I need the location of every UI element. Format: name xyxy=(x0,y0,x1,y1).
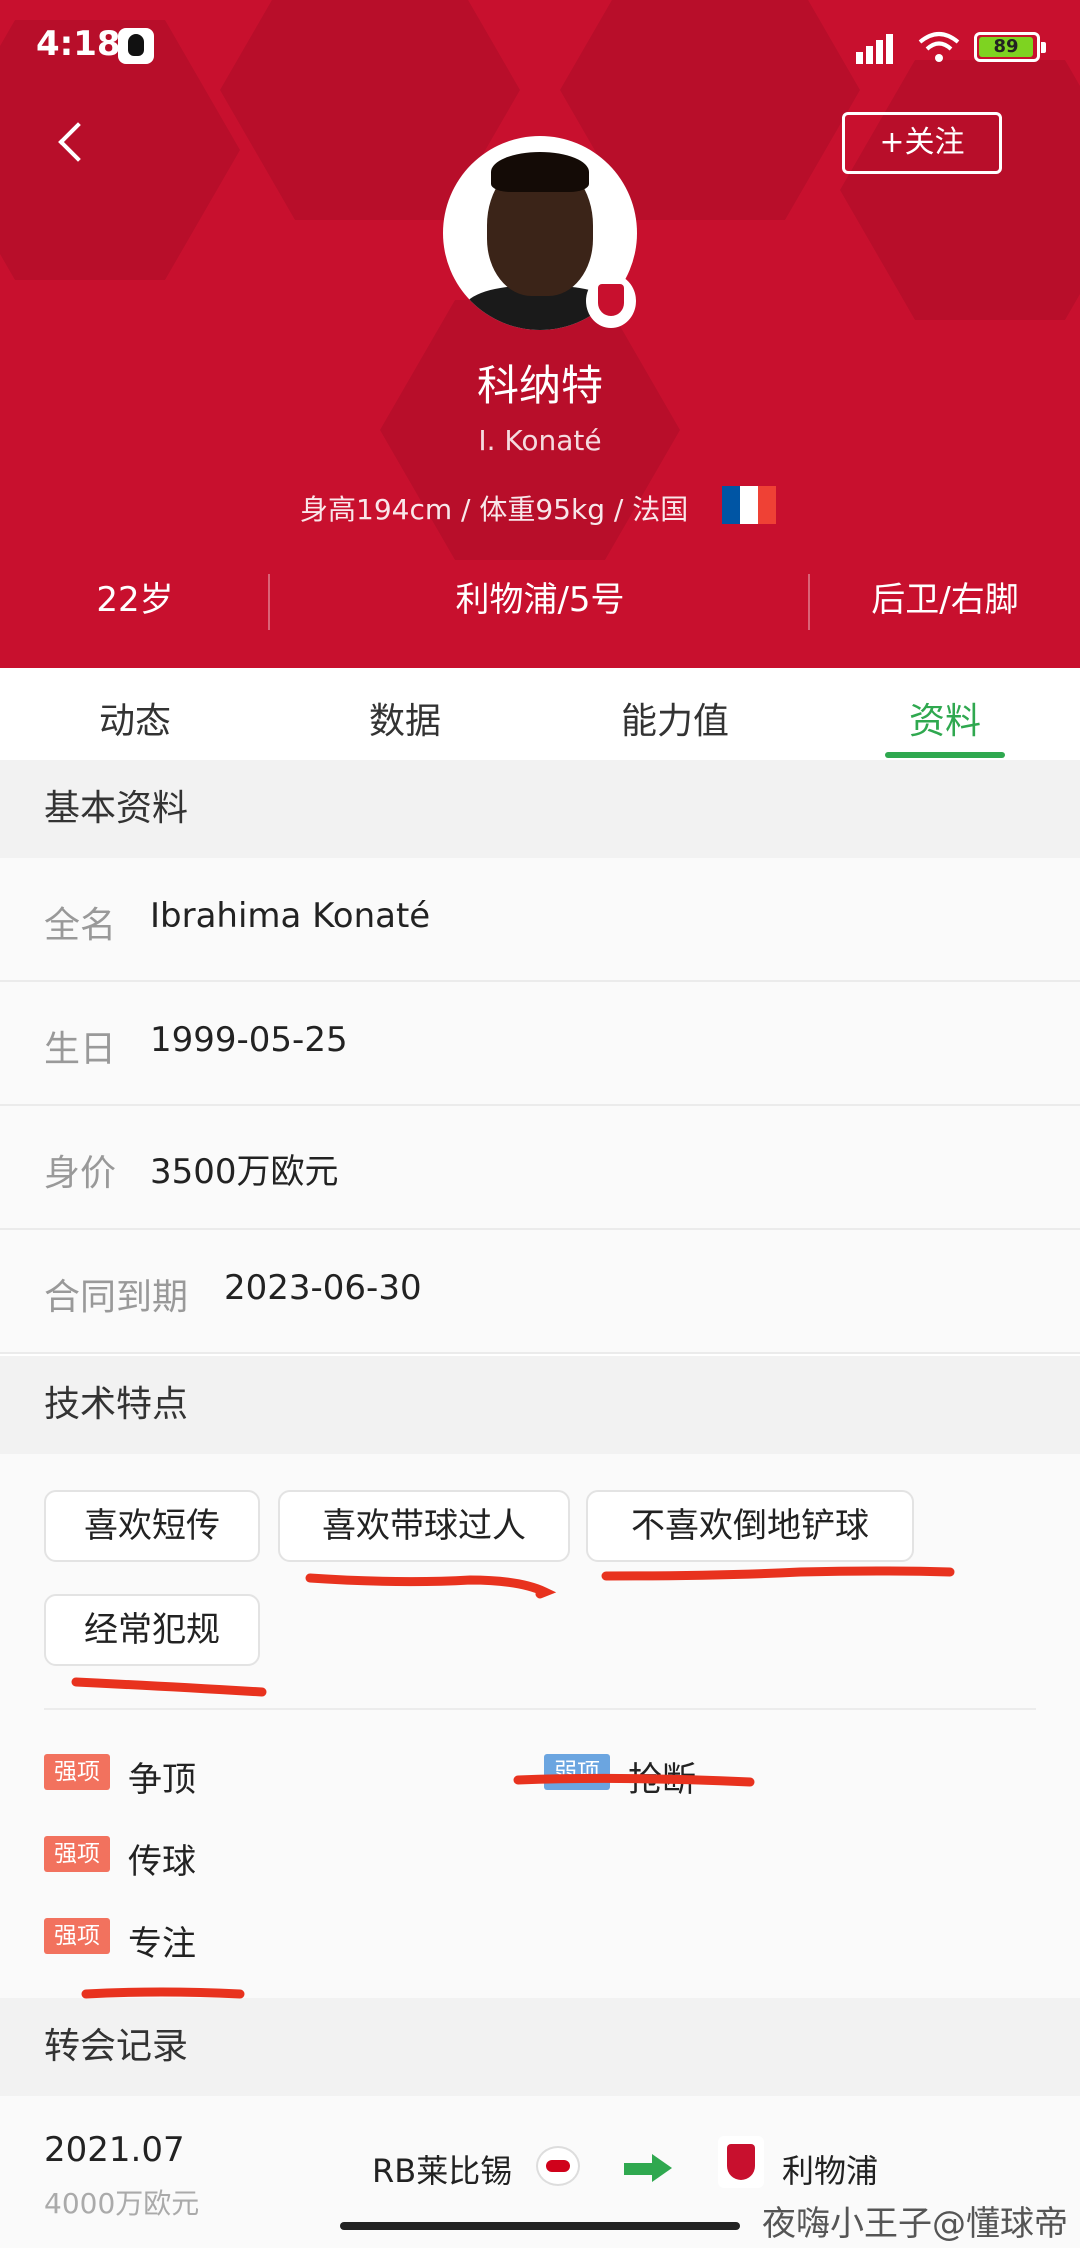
strength-item: 强项 传球 xyxy=(44,1834,444,1882)
tab-ability[interactable]: 能力值 xyxy=(540,692,810,744)
home-indicator xyxy=(340,2222,740,2230)
stat-club-number: 利物浦/5号 xyxy=(455,580,625,620)
bg-hexagon xyxy=(840,60,1080,320)
strength-text: 争顶 xyxy=(128,1760,196,1800)
weakness-item: 弱项 抢断 xyxy=(544,1752,944,1800)
divider xyxy=(44,1708,1036,1710)
info-value: 1999-05-25 xyxy=(150,1020,348,1060)
tab-bar: 动态 数据 能力值 资料 xyxy=(0,668,1080,760)
qq-icon xyxy=(118,28,154,64)
section-basic-info: 基本资料 xyxy=(0,760,1080,858)
liverpool-badge-icon xyxy=(718,2136,764,2188)
transfer-date: 2021.07 xyxy=(44,2130,185,2170)
strength-item: 强项 专注 xyxy=(44,1916,444,1964)
stat-divider xyxy=(268,574,270,630)
stat-position-foot: 后卫/右脚 xyxy=(871,580,1019,620)
info-label: 身价 xyxy=(44,1153,117,1194)
tab-profile[interactable]: 资料 xyxy=(810,692,1080,744)
liverpool-badge-icon xyxy=(586,274,636,328)
weakness-badge: 弱项 xyxy=(544,1754,610,1790)
info-label: 生日 xyxy=(44,1029,117,1070)
strength-text: 传球 xyxy=(128,1842,196,1882)
info-row-birthday: 生日 1999-05-25 xyxy=(0,982,1080,1106)
transfer-to-club: 利物浦 xyxy=(782,2152,879,2190)
tab-news[interactable]: 动态 xyxy=(0,692,270,744)
info-row-fullname: 全名 Ibrahima Konaté xyxy=(0,858,1080,982)
weakness-text: 抢断 xyxy=(628,1760,696,1800)
tech-tags-area: 喜欢短传 喜欢带球过人 不喜欢倒地铲球 经常犯规 强项 争顶 弱项 抢断 强项 … xyxy=(0,1454,1080,1998)
strength-text: 专注 xyxy=(128,1924,196,1964)
stat-divider xyxy=(808,574,810,630)
tab-active-indicator xyxy=(885,752,1005,758)
wifi-icon xyxy=(918,32,960,62)
strength-badge: 强项 xyxy=(44,1918,110,1954)
back-icon[interactable] xyxy=(52,120,92,170)
trait-tag: 喜欢带球过人 xyxy=(278,1490,570,1562)
info-value: Ibrahima Konaté xyxy=(150,896,431,936)
transfer-from-club: RB莱比锡 xyxy=(372,2152,513,2190)
transfer-fee: 4000万欧元 xyxy=(44,2187,200,2220)
info-row-contract: 合同到期 2023-06-30 xyxy=(0,1230,1080,1354)
player-header: 4:18 89 +关注 科纳特 I. Konaté 身高194cm / 体重95… xyxy=(0,0,1080,668)
player-body-info: 身高194cm / 体重95kg / 法国 xyxy=(300,493,689,526)
trait-tag: 喜欢短传 xyxy=(44,1490,260,1562)
watermark: 夜嗨小王子@懂球帝 xyxy=(762,2204,1068,2244)
rb-leipzig-badge-icon xyxy=(536,2146,580,2186)
arrow-right-icon xyxy=(624,2154,674,2182)
info-row-value: 身价 3500万欧元 xyxy=(0,1106,1080,1230)
info-value: 2023-06-30 xyxy=(224,1268,422,1308)
status-bar: 4:18 89 xyxy=(0,0,1080,96)
stat-age: 22岁 xyxy=(96,580,174,620)
tab-data[interactable]: 数据 xyxy=(270,692,540,744)
strength-badge: 强项 xyxy=(44,1836,110,1872)
status-time: 4:18 xyxy=(36,24,121,64)
trait-tag: 经常犯规 xyxy=(44,1594,260,1666)
strength-badge: 强项 xyxy=(44,1754,110,1790)
signal-icon xyxy=(856,30,904,64)
section-transfers: 转会记录 xyxy=(0,1998,1080,2096)
info-value: 3500万欧元 xyxy=(150,1152,339,1192)
france-flag-icon xyxy=(722,486,776,524)
follow-button[interactable]: +关注 xyxy=(842,112,1002,174)
strength-item: 强项 争顶 xyxy=(44,1752,444,1800)
player-name-en: I. Konaté xyxy=(478,424,602,457)
info-label: 合同到期 xyxy=(44,1277,189,1318)
info-label: 全名 xyxy=(44,905,117,946)
battery-icon: 89 xyxy=(974,32,1046,62)
battery-level: 89 xyxy=(979,37,1033,57)
trait-tag: 不喜欢倒地铲球 xyxy=(586,1490,914,1562)
section-tech-traits: 技术特点 xyxy=(0,1356,1080,1454)
player-name-cn: 科纳特 xyxy=(476,361,603,410)
